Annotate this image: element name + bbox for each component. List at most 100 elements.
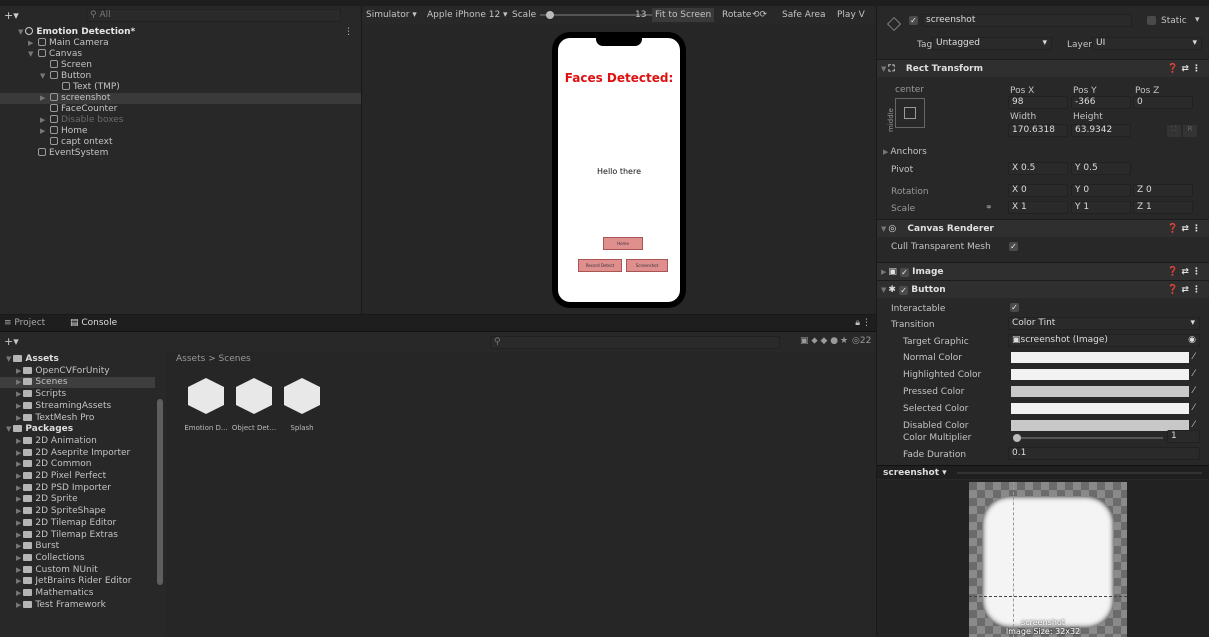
- expand-arrow-icon[interactable]: ▶: [16, 589, 21, 597]
- project-folder-item[interactable]: ▶ Mathematics: [0, 588, 155, 599]
- project-folder-item[interactable]: ▶ 2D Aseprite Importer: [0, 448, 155, 459]
- fit-to-screen-button[interactable]: Fit to Screen: [652, 8, 715, 22]
- project-folder-item[interactable]: ▶ Burst: [0, 541, 155, 552]
- scale-y-field[interactable]: Y 1: [1071, 201, 1131, 214]
- project-folder-item[interactable]: ▶ Test Framework: [0, 600, 155, 611]
- project-folder-item[interactable]: ▶ 2D SpriteShape: [0, 506, 155, 517]
- expand-arrow-icon[interactable]: ▼: [18, 28, 23, 36]
- cull-checkbox[interactable]: ✓: [1009, 242, 1018, 251]
- project-folder-item[interactable]: ▼ Packages: [0, 424, 155, 435]
- project-search-input[interactable]: ⚲: [490, 336, 780, 349]
- expand-arrow-icon[interactable]: ▼: [28, 49, 36, 60]
- rot-y-field[interactable]: Y 0: [1071, 184, 1131, 197]
- anchors-foldout[interactable]: ▶ Anchors: [883, 147, 927, 157]
- hierarchy-item[interactable]: ▶ Home: [0, 126, 361, 137]
- scene-row[interactable]: ▼ Emotion Detection* ⋮: [0, 27, 361, 38]
- scale-x-field[interactable]: X 1: [1008, 201, 1068, 214]
- tab-project[interactable]: ≡ Project: [4, 318, 45, 328]
- posz-field[interactable]: 0: [1133, 96, 1193, 109]
- project-tree-scrollbar[interactable]: [157, 399, 163, 585]
- project-folder-item[interactable]: ▶ JetBrains Rider Editor: [0, 576, 155, 587]
- interactable-checkbox[interactable]: ✓: [1010, 303, 1019, 312]
- phone-screen[interactable]: Faces Detected: Hello there Home Record …: [558, 38, 680, 302]
- image-enabled-checkbox[interactable]: ✓: [900, 268, 910, 277]
- eyedropper-icon[interactable]: ⁄: [1193, 420, 1195, 430]
- rotate-button[interactable]: Rotate: [722, 6, 751, 24]
- button-component-header[interactable]: ▼ ✱ ✓ Button ❓ ⇄ ⋮: [877, 280, 1209, 298]
- pivot-y-field[interactable]: Y 0.5: [1071, 162, 1131, 175]
- expand-arrow-icon[interactable]: ▶: [16, 367, 21, 375]
- button-enabled-checkbox[interactable]: ✓: [899, 286, 909, 295]
- color-swatch[interactable]: [1011, 403, 1189, 414]
- scene-asset[interactable]: Object Det...: [228, 378, 280, 432]
- add-icon[interactable]: +▾: [4, 9, 19, 22]
- project-folder-item[interactable]: ▶ 2D PSD Importer: [0, 483, 155, 494]
- filter-icons[interactable]: ▣ ⬥ ◆ ●: [800, 336, 838, 346]
- project-folder-item[interactable]: ▶ 2D Sprite: [0, 494, 155, 505]
- multiplier-slider-knob[interactable]: [1013, 434, 1021, 442]
- expand-arrow-icon[interactable]: ▶: [40, 115, 48, 126]
- lock-icon[interactable]: 🔒︎: [855, 318, 860, 328]
- target-graphic-field[interactable]: ▣screenshot (Image) ◉: [1008, 334, 1200, 347]
- component-menu-icons[interactable]: ❓ ⇄ ⋮: [1167, 60, 1201, 78]
- eyedropper-icon[interactable]: ⁄: [1193, 403, 1195, 413]
- breadcrumb[interactable]: Assets > Scenes: [176, 354, 251, 364]
- raw-edit-button[interactable]: R: [1183, 125, 1197, 137]
- expand-arrow-icon[interactable]: ▶: [16, 531, 21, 539]
- expand-arrow-icon[interactable]: ▶: [16, 378, 21, 386]
- expand-arrow-icon[interactable]: ▶: [28, 38, 36, 49]
- expand-arrow-icon[interactable]: ▶: [16, 390, 21, 398]
- expand-arrow-icon[interactable]: ▶: [40, 126, 48, 137]
- anchor-preset-button[interactable]: [895, 98, 925, 128]
- kebab-menu-icon[interactable]: ⋮: [862, 318, 871, 328]
- hierarchy-item[interactable]: ▶ Main Camera: [0, 38, 361, 49]
- screenshot-button[interactable]: Screenshot: [626, 259, 668, 272]
- expand-arrow-icon[interactable]: ▼: [6, 355, 11, 363]
- target-picker-icon[interactable]: ◉: [1188, 335, 1196, 346]
- expand-arrow-icon[interactable]: ▶: [16, 472, 21, 480]
- expand-arrow-icon[interactable]: ▶: [16, 402, 21, 410]
- hierarchy-item[interactable]: ▼ Button: [0, 71, 361, 82]
- expand-arrow-icon[interactable]: ▶: [16, 484, 21, 492]
- project-folder-item[interactable]: ▶ 2D Common: [0, 459, 155, 470]
- hierarchy-item[interactable]: ▶ screenshot: [0, 93, 361, 104]
- height-field[interactable]: 63.9342: [1071, 124, 1131, 137]
- component-menu-icons[interactable]: ❓ ⇄ ⋮: [1167, 220, 1201, 238]
- scale-slider-knob[interactable]: [545, 11, 554, 19]
- project-folder-item[interactable]: ▶ Collections: [0, 553, 155, 564]
- project-folder-item[interactable]: ▶ Scenes: [0, 377, 155, 389]
- project-folder-item[interactable]: ▼ Assets: [0, 354, 155, 365]
- layer-dropdown[interactable]: UI ▾: [1092, 37, 1202, 50]
- expand-arrow-icon[interactable]: ▶: [16, 519, 21, 527]
- record-detect-button[interactable]: Record Detect: [578, 259, 622, 272]
- expand-arrow-icon[interactable]: ▶: [16, 437, 21, 445]
- transition-dropdown[interactable]: Color Tint ▾: [1008, 317, 1200, 330]
- expand-arrow-icon[interactable]: ▶: [16, 460, 21, 468]
- star-icon[interactable]: ★: [840, 336, 848, 346]
- project-folder-item[interactable]: ▶ TextMesh Pro: [0, 413, 155, 424]
- static-dropdown-icon[interactable]: ▾: [1195, 15, 1200, 25]
- expand-arrow-icon[interactable]: ▶: [16, 577, 21, 585]
- simulator-mode-dropdown[interactable]: Simulator ▾: [366, 6, 417, 24]
- preview-header[interactable]: screenshot ▾: [877, 465, 1209, 479]
- hierarchy-search-input[interactable]: ⚲ All: [86, 9, 341, 22]
- scale-z-field[interactable]: Z 1: [1133, 201, 1193, 214]
- device-dropdown[interactable]: Apple iPhone 12 ▾: [427, 6, 508, 24]
- hierarchy-item[interactable]: FaceCounter: [0, 104, 361, 115]
- active-checkbox[interactable]: ✓: [909, 16, 918, 25]
- play-mode-dropdown[interactable]: Play V: [837, 6, 865, 24]
- expand-arrow-icon[interactable]: ▶: [16, 449, 21, 457]
- posx-field[interactable]: 98: [1008, 96, 1068, 109]
- hierarchy-item[interactable]: EventSystem: [0, 148, 361, 159]
- project-folder-item[interactable]: ▶ Custom NUnit: [0, 565, 155, 576]
- width-field[interactable]: 170.6318: [1008, 124, 1068, 137]
- tag-dropdown[interactable]: Untagged ▾: [932, 37, 1052, 50]
- static-checkbox[interactable]: [1147, 16, 1156, 25]
- multiplier-slider[interactable]: [1013, 434, 1163, 442]
- rot-z-field[interactable]: Z 0: [1133, 184, 1193, 197]
- scene-asset[interactable]: Emotion D...: [180, 378, 232, 432]
- component-menu-icons[interactable]: ❓ ⇄ ⋮: [1167, 263, 1201, 281]
- kebab-menu-icon[interactable]: ⋮: [344, 27, 353, 38]
- eyedropper-icon[interactable]: ⁄: [1193, 386, 1195, 396]
- add-icon[interactable]: +▾: [4, 335, 19, 348]
